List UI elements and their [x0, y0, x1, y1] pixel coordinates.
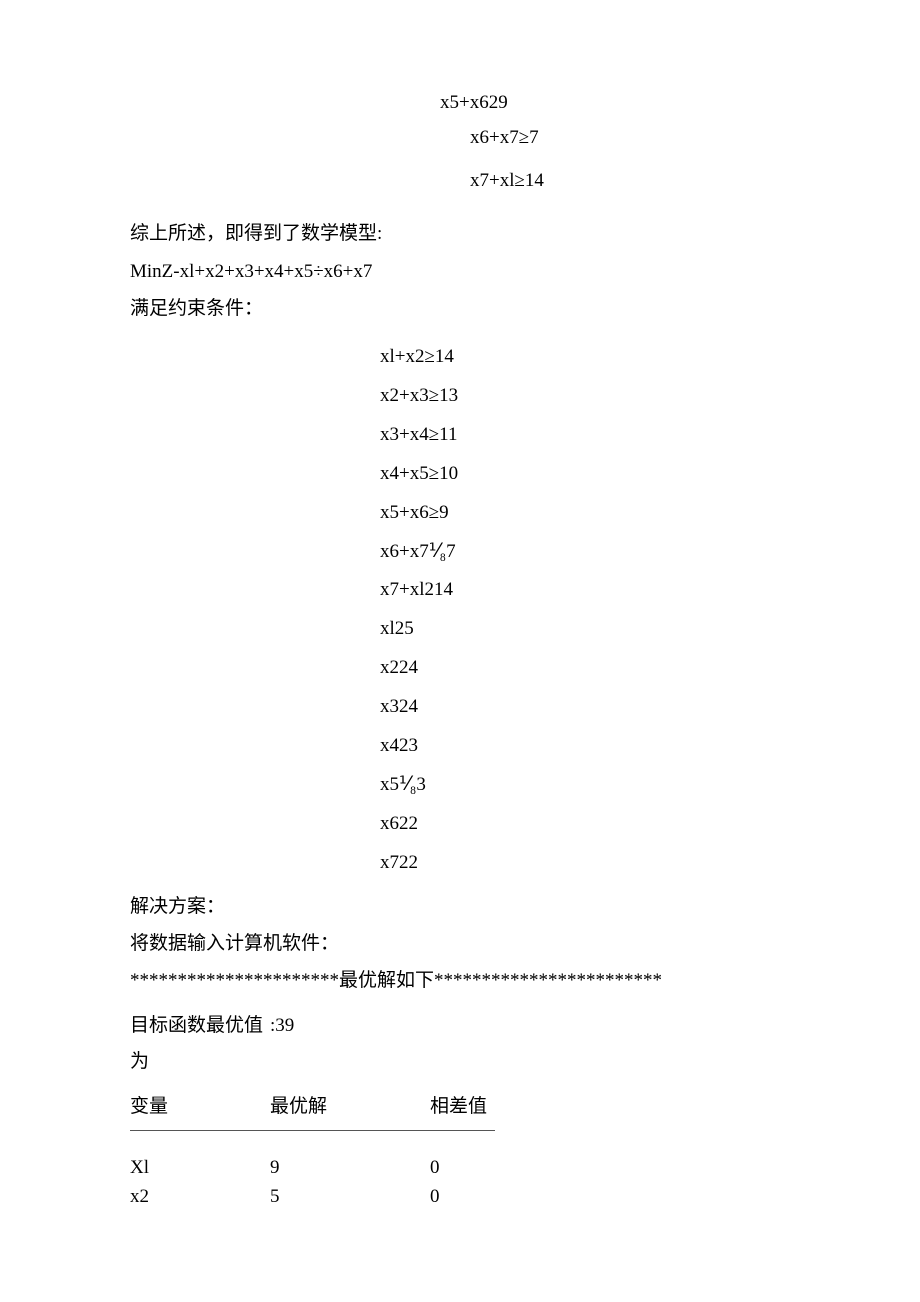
- constraint-item: x7+xl214: [380, 571, 790, 610]
- optimal-value-number: :39: [270, 1008, 430, 1078]
- column-diff: 相差值: [430, 1089, 570, 1124]
- constraint-item: xl25: [380, 610, 790, 649]
- constraint-item: x722: [380, 844, 790, 883]
- cell-diff: 0: [430, 1153, 570, 1182]
- constraint-item: x2+x3≥13: [380, 377, 790, 416]
- top-constraint-3: x7+xl≥14: [470, 163, 790, 198]
- top-constraints-block: x5+x629 x6+x7≥7 x7+xl≥14: [440, 85, 790, 198]
- cell-optimal: 5: [270, 1182, 430, 1211]
- constraint-item: x324: [380, 688, 790, 727]
- constraint-item: x423: [380, 727, 790, 766]
- table-row: Xl 9 0: [130, 1153, 790, 1182]
- column-variable: 变量: [130, 1089, 270, 1124]
- constraint-item: x4+x5≥10: [380, 455, 790, 494]
- constraint-item: x5+x6≥9: [380, 494, 790, 533]
- constraint-item: x224: [380, 649, 790, 688]
- table-divider: [130, 1130, 495, 1131]
- cell-variable: x2: [130, 1182, 270, 1211]
- column-optimal: 最优解: [270, 1089, 430, 1124]
- table-row: x2 5 0: [130, 1182, 790, 1211]
- constraints-header: 满足约束条件：: [130, 291, 790, 326]
- constraint-item: x6+x7⅟₈7: [380, 533, 790, 572]
- constraints-list: xl+x2≥14 x2+x3≥13 x3+x4≥11 x4+x5≥10 x5+x…: [380, 338, 790, 883]
- cell-diff: 0: [430, 1182, 570, 1211]
- optimal-value-row: 目标函数最优值为 :39: [130, 1008, 790, 1078]
- constraint-item: x5⅟₈3: [380, 766, 790, 805]
- constraint-item: xl+x2≥14: [380, 338, 790, 377]
- summary-paragraph: 综上所述，即得到了数学模型:: [130, 216, 790, 251]
- table-header-row: 变量 最优解 相差值: [130, 1089, 790, 1124]
- stars-header: **********************最优解如下*************…: [130, 963, 790, 998]
- constraint-item: x622: [380, 805, 790, 844]
- top-constraint-2: x6+x7≥7: [470, 120, 790, 155]
- solution-input-line: 将数据输入计算机软件：: [130, 926, 790, 961]
- cell-optimal: 9: [270, 1153, 430, 1182]
- top-constraint-1: x5+x629: [440, 85, 790, 120]
- objective-function: MinZ-xl+x2+x3+x4+x5÷x6+x7: [130, 254, 790, 289]
- optimal-value-label: 目标函数最优值为: [130, 1008, 270, 1078]
- document-page: x5+x629 x6+x7≥7 x7+xl≥14 综上所述，即得到了数学模型: …: [0, 0, 920, 1302]
- solution-header: 解决方案：: [130, 889, 790, 924]
- constraint-item: x3+x4≥11: [380, 416, 790, 455]
- cell-variable: Xl: [130, 1153, 270, 1182]
